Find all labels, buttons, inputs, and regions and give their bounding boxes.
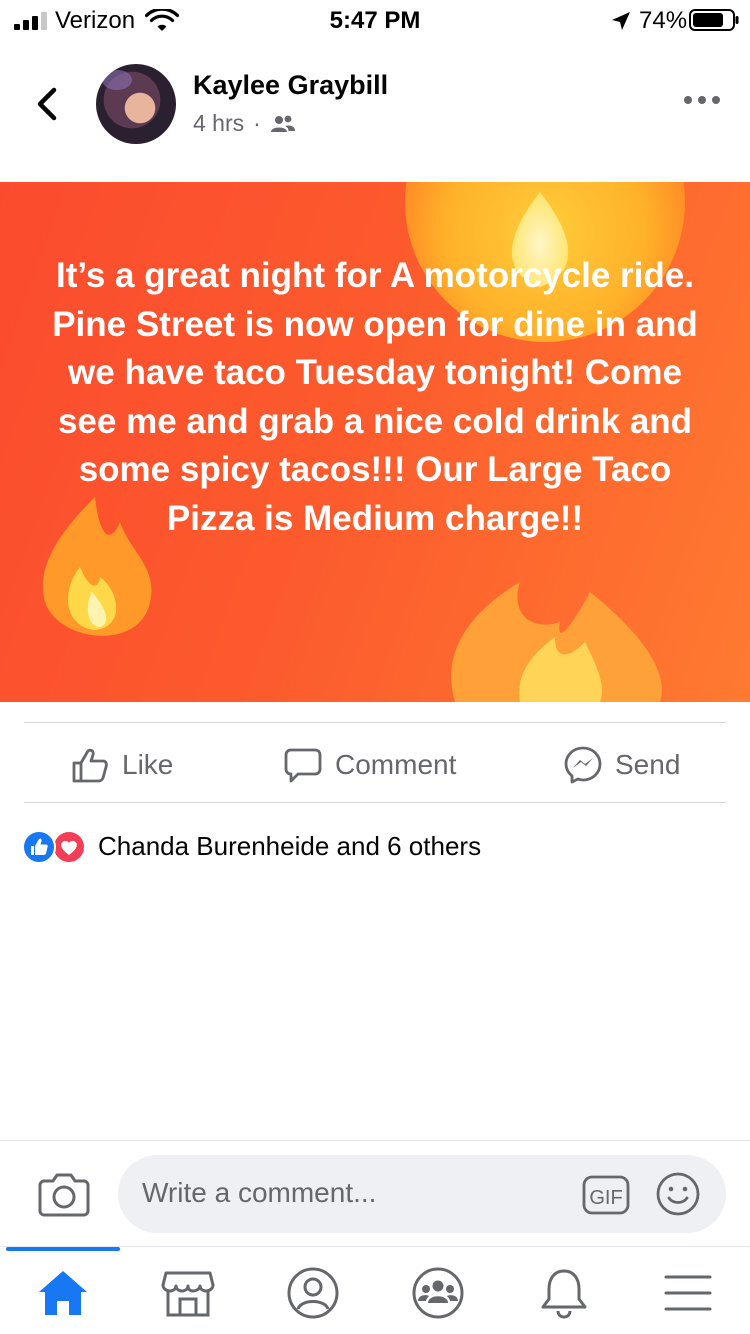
friends-icon [270, 115, 295, 132]
camera-icon[interactable] [38, 1171, 90, 1217]
wifi-icon [145, 9, 179, 31]
messenger-icon [564, 746, 602, 784]
divider-top [24, 722, 726, 723]
reaction-icons [22, 828, 92, 864]
post-meta: 4 hrs · [193, 110, 296, 137]
active-tab-indicator [6, 1247, 120, 1251]
like-label: Like [122, 749, 174, 780]
reaction-summary-text: Chanda Burenheide and 6 others [98, 830, 482, 861]
post-header: Kaylee Graybill 4 hrs · [0, 50, 750, 160]
notifications-icon[interactable] [536, 1265, 592, 1321]
post-background: It’s a great night for A motorcycle ride… [0, 182, 750, 702]
post-text: It’s a great night for A motorcycle ride… [52, 256, 698, 538]
love-reaction-icon [52, 830, 86, 864]
reaction-summary[interactable]: Chanda Burenheide and 6 others [22, 826, 481, 866]
post-timestamp[interactable]: 4 hrs [193, 110, 244, 137]
signal-icon [14, 12, 47, 30]
gif-icon[interactable]: GIF [582, 1175, 630, 1215]
emoji-icon[interactable] [655, 1171, 701, 1217]
carrier-label: Verizon [55, 7, 136, 34]
post-author[interactable]: Kaylee Graybill [193, 70, 388, 101]
profile-icon[interactable] [285, 1265, 341, 1321]
groups-icon[interactable] [410, 1265, 466, 1321]
comment-composer: Write a comment... GIF [0, 1140, 750, 1248]
like-button[interactable]: Like [70, 735, 173, 795]
comment-placeholder: Write a comment... [142, 1177, 377, 1208]
status-bar: Verizon 5:47 PM 74% [0, 0, 750, 40]
comment-button[interactable]: Comment [283, 735, 456, 795]
send-label: Send [615, 749, 681, 780]
avatar[interactable] [96, 64, 176, 144]
more-options-icon[interactable] [680, 90, 724, 110]
bottom-navigation [0, 1246, 750, 1334]
marketplace-icon[interactable] [160, 1265, 216, 1321]
thumbs-up-icon [72, 748, 108, 783]
meta-separator: · [253, 110, 261, 136]
battery-percent: 74% [639, 7, 688, 34]
battery-icon [689, 9, 739, 31]
location-arrow-icon [612, 12, 630, 30]
back-button[interactable] [28, 80, 68, 128]
menu-icon[interactable] [660, 1265, 716, 1321]
comment-icon [284, 748, 322, 783]
divider-bottom [24, 802, 726, 803]
gif-label: GIF [589, 1187, 622, 1209]
like-reaction-icon [22, 830, 56, 864]
comment-input[interactable]: Write a comment... GIF [118, 1155, 726, 1233]
comment-label: Comment [335, 749, 457, 780]
home-icon[interactable] [35, 1265, 91, 1321]
send-button[interactable]: Send [563, 735, 680, 795]
